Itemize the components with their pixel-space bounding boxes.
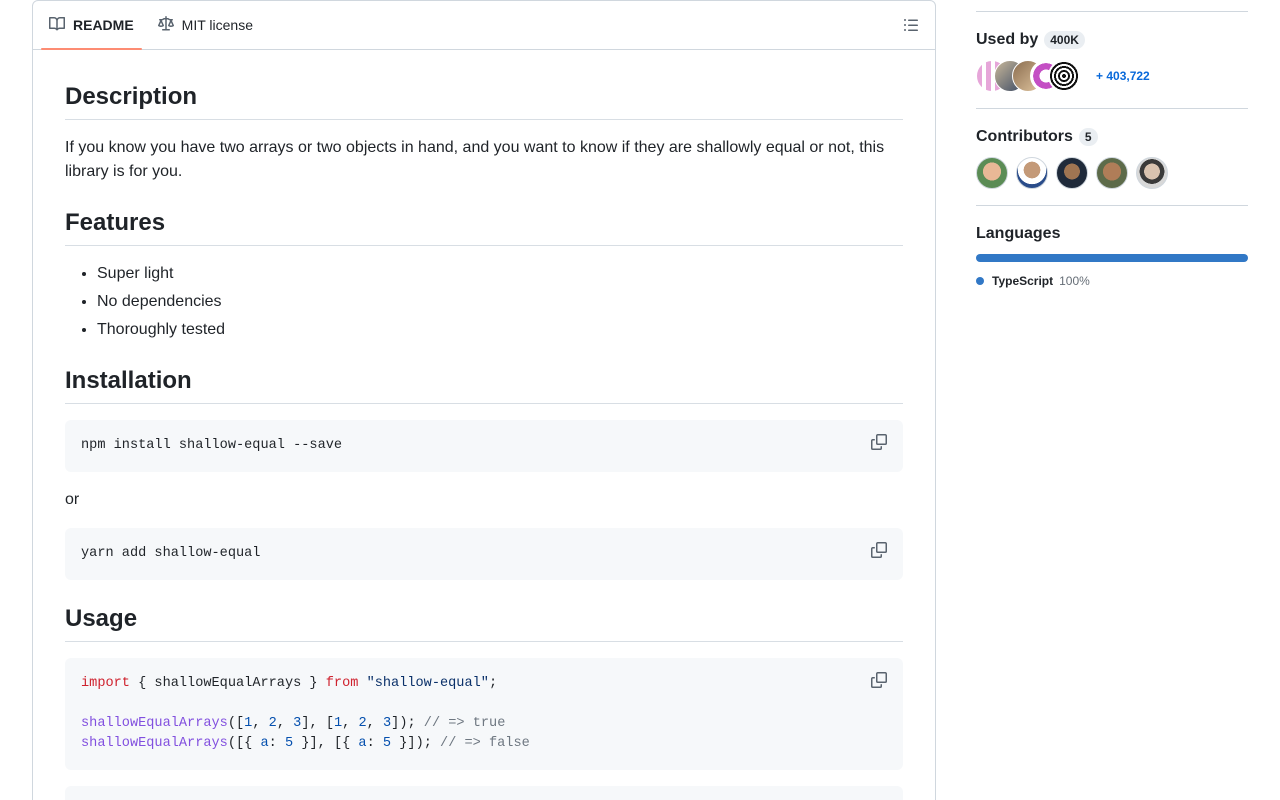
avatar[interactable] xyxy=(1096,157,1128,189)
code-text: ; xyxy=(488,676,498,691)
used-by-label: Used by xyxy=(976,31,1039,48)
used-by-section: Used by 400K + 403,722 xyxy=(976,11,1248,108)
heading-description: Description xyxy=(65,82,903,120)
repo-sidebar: Used by 400K + 403,722 Contributors 5 La… xyxy=(976,0,1248,304)
avatar xyxy=(1048,60,1080,92)
language-percent: 100% xyxy=(1059,274,1090,288)
tab-license[interactable]: MIT license xyxy=(150,1,261,49)
contributors-counter: 5 xyxy=(1078,128,1098,146)
language-item[interactable]: TypeScript 100% xyxy=(976,274,1248,288)
readme-panel: README MIT license Description If you kn… xyxy=(32,0,936,800)
readme-content: Description If you know you have two arr… xyxy=(33,82,935,800)
tab-readme[interactable]: README xyxy=(41,1,142,50)
language-bar xyxy=(976,254,1248,262)
avatar[interactable] xyxy=(1136,157,1168,189)
code-function: shallowEqualArrays xyxy=(81,736,228,751)
book-icon xyxy=(49,16,66,35)
code-text: { shallowEqualArrays } xyxy=(129,676,326,691)
list-unordered-icon xyxy=(903,19,919,37)
code-comment: // => true xyxy=(423,716,506,731)
used-by-avatars[interactable] xyxy=(976,60,1080,92)
npm-command: npm install shallow-equal --save xyxy=(81,438,343,453)
avatar[interactable] xyxy=(976,157,1008,189)
used-by-heading[interactable]: Used by 400K xyxy=(976,28,1248,52)
heading-installation: Installation xyxy=(65,366,903,404)
heading-features: Features xyxy=(65,208,903,246)
list-item: Thoroughly tested xyxy=(97,318,903,342)
next-code-block xyxy=(65,786,903,800)
npm-code-block: npm install shallow-equal --save xyxy=(65,420,903,472)
tab-license-label: MIT license xyxy=(181,17,253,33)
contributors-section: Contributors 5 xyxy=(976,108,1248,205)
languages-section: Languages TypeScript 100% xyxy=(976,205,1248,304)
usage-code-block: import { shallowEqualArrays } from "shal… xyxy=(65,658,903,770)
yarn-code-block: yarn add shallow-equal xyxy=(65,528,903,580)
code-comment: // => false xyxy=(440,736,530,751)
description-text: If you know you have two arrays or two o… xyxy=(65,139,885,180)
readme-tab-bar: README MIT license xyxy=(33,1,935,50)
copy-icon[interactable] xyxy=(871,542,887,558)
features-list: Super light No dependencies Thoroughly t… xyxy=(65,262,903,342)
or-text: or xyxy=(65,491,80,508)
copy-icon[interactable] xyxy=(871,434,887,450)
languages-label: Languages xyxy=(976,225,1061,242)
typescript-dot-icon xyxy=(976,277,984,285)
avatar[interactable] xyxy=(1016,157,1048,189)
code-string: "shallow-equal" xyxy=(366,676,489,691)
list-item: No dependencies xyxy=(97,290,903,314)
used-by-more-link[interactable]: + 403,722 xyxy=(1096,69,1150,83)
code-keyword: import xyxy=(81,676,130,691)
contributors-label: Contributors xyxy=(976,128,1073,145)
law-icon xyxy=(157,15,174,35)
tab-readme-label: README xyxy=(73,17,134,33)
languages-heading: Languages xyxy=(976,222,1248,246)
contributors-heading[interactable]: Contributors 5 xyxy=(976,125,1248,149)
outline-button[interactable] xyxy=(903,17,919,33)
code-function: shallowEqualArrays xyxy=(81,716,228,731)
avatar[interactable] xyxy=(1056,157,1088,189)
used-by-counter: 400K xyxy=(1044,31,1085,49)
used-by-row: + 403,722 xyxy=(976,60,1248,92)
heading-usage: Usage xyxy=(65,604,903,642)
contributors-avatars xyxy=(976,157,1248,189)
language-name: TypeScript xyxy=(992,274,1054,288)
copy-icon[interactable] xyxy=(871,672,887,688)
list-item: Super light xyxy=(97,262,903,286)
code-keyword: from xyxy=(325,676,359,691)
yarn-command: yarn add shallow-equal xyxy=(81,546,261,561)
